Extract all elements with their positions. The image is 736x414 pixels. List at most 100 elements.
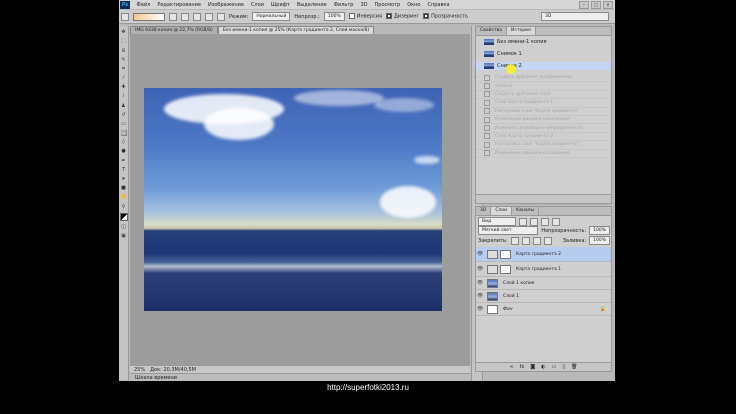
- lock-transparent-icon[interactable]: [510, 236, 519, 245]
- seascape-photo[interactable]: [144, 88, 442, 311]
- crop-tool-icon[interactable]: ⌗: [121, 66, 127, 72]
- visibility-eye-icon[interactable]: 👁: [476, 293, 484, 299]
- history-item[interactable]: Слой Карта градиента 1: [476, 99, 611, 108]
- layer-row[interactable]: 👁 Фон 🔒: [476, 303, 611, 316]
- history-item[interactable]: Слой Карта градиента 2: [476, 133, 611, 142]
- history-item[interactable]: Настройка слоя "Карта градиента": [476, 141, 611, 150]
- lock-pixels-icon[interactable]: [521, 236, 530, 245]
- filter-type-icon[interactable]: [541, 217, 549, 226]
- workspace-select[interactable]: 3D: [541, 12, 609, 21]
- tab-channels[interactable]: Каналы: [512, 207, 540, 215]
- history-item[interactable]: Изменение режима наложения: [476, 150, 611, 158]
- tab-history[interactable]: История: [506, 27, 536, 35]
- dither-option[interactable]: Дизеринг: [385, 13, 419, 20]
- screen-mode-icon[interactable]: ▣: [121, 233, 127, 239]
- snapshot-row[interactable]: Снимок 2: [476, 62, 611, 70]
- layer-row[interactable]: 👁 Слой 1: [476, 290, 611, 303]
- new-adjustment-icon[interactable]: ◐: [541, 364, 545, 370]
- layer-name[interactable]: Слой 1 копия: [503, 281, 534, 286]
- menu-3d[interactable]: 3D: [357, 2, 371, 8]
- layer-name[interactable]: Карта градиента 2: [516, 252, 561, 257]
- angle-gradient-icon[interactable]: [193, 12, 201, 21]
- transparency-checkbox[interactable]: [423, 13, 430, 20]
- add-mask-icon[interactable]: ◙: [530, 364, 535, 370]
- snapshot-row[interactable]: Снимок 1: [476, 50, 611, 58]
- linear-gradient-icon[interactable]: [169, 12, 177, 21]
- diamond-gradient-icon[interactable]: [217, 12, 225, 21]
- color-swatches-icon[interactable]: [119, 212, 128, 221]
- timeline-tab[interactable]: Шкала времени: [130, 373, 470, 381]
- menu-edit[interactable]: Редактирование: [154, 2, 205, 8]
- visibility-eye-icon[interactable]: 👁: [476, 266, 484, 272]
- lasso-tool-icon[interactable]: ϱ: [121, 47, 127, 53]
- brush-tool-icon[interactable]: /: [121, 93, 127, 99]
- inverse-option[interactable]: Инверсия: [348, 13, 382, 20]
- menu-layers[interactable]: Слои: [247, 2, 267, 8]
- maximize-icon[interactable]: □: [591, 1, 601, 9]
- layer-mask-thumbnail[interactable]: [500, 264, 511, 274]
- history-brush-tool-icon[interactable]: ↺: [121, 112, 127, 118]
- layer-name[interactable]: Слой 1: [503, 294, 519, 299]
- filter-shape-icon[interactable]: [552, 217, 560, 226]
- new-group-icon[interactable]: ▭: [552, 364, 557, 370]
- zoom-tool-icon[interactable]: ⚲: [121, 204, 127, 210]
- history-item[interactable]: Создать дубликат слоя: [476, 91, 611, 100]
- opacity-input[interactable]: 100%: [323, 12, 345, 21]
- clone-stamp-tool-icon[interactable]: ♟: [121, 103, 127, 109]
- lock-all-icon[interactable]: [543, 236, 552, 245]
- pen-tool-icon[interactable]: ✒: [121, 158, 127, 164]
- quick-select-tool-icon[interactable]: ✎: [121, 57, 127, 63]
- canvas-area[interactable]: [130, 34, 470, 365]
- menu-view[interactable]: Просмотр: [371, 2, 404, 8]
- layer-name[interactable]: Карта градиента 1: [516, 267, 561, 272]
- zoom-level[interactable]: 25%: [134, 367, 145, 373]
- quick-mask-icon[interactable]: ◫: [121, 224, 127, 230]
- visibility-eye-icon[interactable]: 👁: [476, 251, 484, 257]
- layer-row[interactable]: 👁 Карта градиента 2: [476, 247, 611, 262]
- layer-opacity-input[interactable]: 100%: [589, 226, 610, 235]
- tab-properties[interactable]: Свойства: [476, 27, 507, 35]
- layer-style-icon[interactable]: fx: [520, 364, 525, 370]
- menu-file[interactable]: Файл: [133, 2, 154, 8]
- blur-tool-icon[interactable]: ◊: [121, 139, 127, 145]
- dodge-tool-icon[interactable]: ●: [121, 148, 127, 154]
- path-select-tool-icon[interactable]: ➤: [121, 176, 127, 182]
- menu-select[interactable]: Выделение: [293, 2, 330, 8]
- layer-mask-thumbnail[interactable]: [500, 249, 511, 259]
- layer-row[interactable]: 👁 Карта градиента 1: [476, 262, 611, 277]
- layer-row[interactable]: 👁 Слой 1 копия: [476, 277, 611, 290]
- layer-name[interactable]: Фон: [503, 307, 513, 312]
- layer-filter-select[interactable]: Вид: [478, 217, 516, 226]
- history-item[interactable]: Создать дубликат изображения: [476, 74, 611, 83]
- dither-checkbox[interactable]: [385, 13, 392, 20]
- delete-layer-icon[interactable]: 🗑: [571, 364, 577, 370]
- transparency-option[interactable]: Прозрачность: [423, 13, 468, 20]
- eraser-tool-icon[interactable]: ▭: [121, 121, 127, 127]
- menu-type[interactable]: Шрифт: [267, 2, 293, 8]
- marquee-tool-icon[interactable]: ⬚: [121, 38, 127, 44]
- gradient-tool-icon[interactable]: [121, 12, 129, 21]
- new-layer-icon[interactable]: ▯: [562, 364, 565, 370]
- reflected-gradient-icon[interactable]: [205, 12, 213, 21]
- gradient-picker[interactable]: [133, 12, 165, 21]
- history-item[interactable]: Настройка слоя "Карта градиента": [476, 108, 611, 116]
- history-item[interactable]: Изменение режима наложения: [476, 116, 611, 125]
- tab-layers[interactable]: Слои: [491, 207, 513, 215]
- menu-image[interactable]: Изображение: [204, 2, 247, 8]
- blend-mode-select[interactable]: Мягкий свет: [478, 226, 539, 235]
- history-item[interactable]: Уровни: [476, 82, 611, 91]
- close-icon[interactable]: ✕: [603, 1, 613, 9]
- lock-position-icon[interactable]: [532, 236, 541, 245]
- filter-pixel-icon[interactable]: [519, 217, 527, 226]
- gradient-tool-icon[interactable]: ▤: [120, 130, 127, 137]
- menu-window[interactable]: Окно: [404, 2, 424, 8]
- hand-tool-icon[interactable]: ✋: [121, 194, 127, 200]
- eyedropper-tool-icon[interactable]: ⁄: [121, 75, 127, 81]
- snapshot-row[interactable]: Без имени-1 копия: [476, 38, 611, 46]
- link-layers-icon[interactable]: ∞: [510, 364, 514, 370]
- mode-select[interactable]: Нормальный: [252, 12, 291, 21]
- menu-filter[interactable]: Фильтр: [330, 2, 357, 8]
- visibility-eye-icon[interactable]: 👁: [476, 306, 484, 312]
- healing-tool-icon[interactable]: ✚: [121, 84, 127, 90]
- filter-adjust-icon[interactable]: [530, 217, 538, 226]
